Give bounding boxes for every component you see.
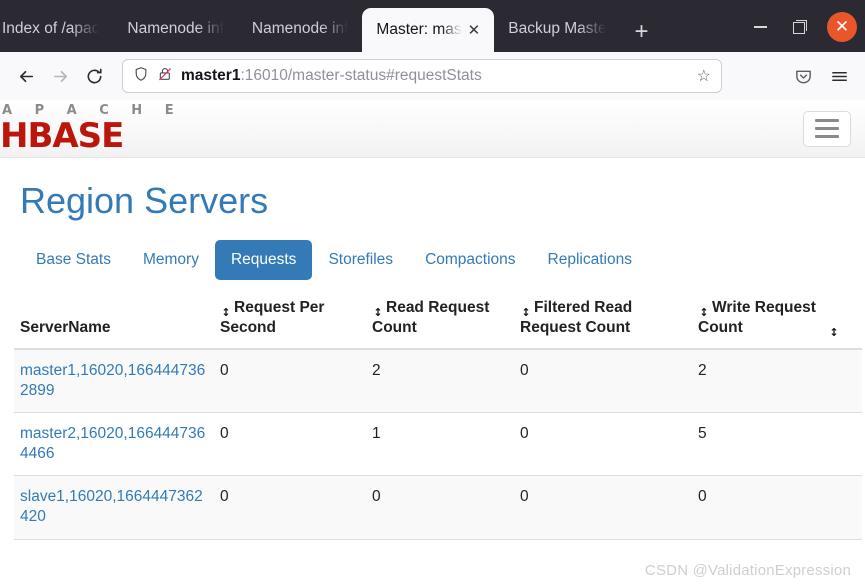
back-button[interactable] <box>10 60 42 92</box>
menu-bar-line <box>815 127 839 130</box>
tab-compactions[interactable]: Compactions <box>409 240 531 280</box>
cell-filtered-read-request-count: 0 <box>514 348 692 413</box>
server-link[interactable]: master1,16020,1664447362899 <box>20 362 205 399</box>
reload-button[interactable] <box>78 60 110 92</box>
browser-tab-strip: Index of /apac Namenode inf Namenode inf… <box>0 0 865 52</box>
sort-icon[interactable]: ↕ <box>698 307 710 318</box>
cell-request-per-second: 0 <box>214 348 366 413</box>
col-header-sort-extra[interactable]: ↕ <box>822 292 862 350</box>
cell-write-request-count: 0 <box>692 475 822 540</box>
sort-icon[interactable]: ↕ <box>520 307 532 318</box>
tab-requests[interactable]: Requests <box>214 240 313 280</box>
browser-tab-2[interactable]: Namenode inf <box>238 8 363 50</box>
col-label: Write Request Count <box>698 299 816 336</box>
cell-request-per-second: 0 <box>214 412 366 477</box>
table-row: master2,16020,1664447364466 0 1 0 5 <box>14 412 862 477</box>
tab-storefiles[interactable]: Storefiles <box>312 240 409 280</box>
apache-hbase-logo[interactable]: A P A C H E HBASE <box>0 104 183 153</box>
new-tab-button[interactable]: + <box>620 20 662 52</box>
pocket-icon[interactable] <box>787 60 819 92</box>
cell-read-request-count: 0 <box>366 475 514 540</box>
cell-filtered-read-request-count: 0 <box>514 412 692 477</box>
close-window-button[interactable]: ✕ <box>827 12 857 42</box>
col-header-filtered-read-request-count[interactable]: ↕ Filtered Read Request Count <box>514 292 692 350</box>
sort-icon[interactable]: ↕ <box>828 327 840 338</box>
lock-crossed-icon <box>157 66 173 87</box>
address-bar[interactable]: master1:16010/master-status#requestStats… <box>122 59 722 93</box>
browser-window: Index of /apac Namenode inf Namenode inf… <box>0 0 865 585</box>
browser-tab-label: Index of /apac <box>2 20 100 37</box>
cell-servername: master2,16020,1664447364466 <box>14 412 214 477</box>
menu-bar-line <box>815 135 839 138</box>
col-header-servername[interactable]: ServerName <box>14 292 214 350</box>
cell-filtered-read-request-count: 0 <box>514 475 692 540</box>
col-label: Request Per Second <box>220 299 325 336</box>
hamburger-menu-icon[interactable] <box>823 60 855 92</box>
page-container: Region Servers Base Stats Memory Request… <box>0 180 865 540</box>
page-viewport: A P A C H E HBASE Region Servers Base St… <box>0 100 865 585</box>
forward-button[interactable] <box>44 60 76 92</box>
sort-icon[interactable]: ↕ <box>220 307 232 318</box>
shield-icon <box>133 66 149 87</box>
cell-read-request-count: 2 <box>366 348 514 413</box>
col-header-write-request-count[interactable]: ↕ Write Request Count <box>692 292 822 350</box>
url-text: master1:16010/master-status#requestStats <box>181 67 689 85</box>
cell-spacer <box>822 412 862 477</box>
table-body: master1,16020,1664447362899 0 2 0 2 mast… <box>14 348 862 540</box>
bookmark-star-icon[interactable]: ☆ <box>697 66 711 86</box>
table-row: slave1,16020,1664447362420 0 0 0 0 <box>14 475 862 540</box>
window-controls: ✕ <box>741 12 865 52</box>
browser-toolbar: master1:16010/master-status#requestStats… <box>0 52 865 100</box>
server-link[interactable]: slave1,16020,1664447362420 <box>20 488 203 525</box>
browser-tab-label: Backup Maste <box>508 20 607 37</box>
hbase-navbar: A P A C H E HBASE <box>0 100 865 158</box>
minimize-button[interactable] <box>741 12 779 42</box>
cell-spacer <box>822 348 862 413</box>
cell-write-request-count: 5 <box>692 412 822 477</box>
cell-write-request-count: 2 <box>692 348 822 413</box>
col-label: ServerName <box>20 318 111 336</box>
browser-tab-label: Namenode inf <box>251 20 349 37</box>
tab-base-stats[interactable]: Base Stats <box>20 240 127 280</box>
browser-tab-label: Master: mas <box>376 21 462 38</box>
col-label: Read Request Count <box>372 299 490 336</box>
browser-tab-1[interactable]: Namenode inf <box>113 8 238 50</box>
server-link[interactable]: master2,16020,1664447364466 <box>20 425 205 462</box>
restore-button[interactable] <box>781 12 819 42</box>
page-title: Region Servers <box>20 180 269 221</box>
browser-tab-0[interactable]: Index of /apac <box>0 8 113 50</box>
logo-hbase-text: HBASE <box>0 116 124 156</box>
cell-read-request-count: 1 <box>366 412 514 477</box>
watermark: CSDN @ValidationExpression <box>644 562 851 579</box>
cell-request-per-second: 0 <box>214 475 366 540</box>
navbar-toggle-button[interactable] <box>803 110 851 147</box>
browser-tab-label: Namenode inf <box>127 20 224 37</box>
table-header-row: ServerName ↕ Request Per Second ↕ Read Req… <box>14 292 862 350</box>
cell-servername: slave1,16020,1664447362420 <box>14 475 214 540</box>
sort-icon[interactable]: ↕ <box>372 307 384 318</box>
tab-replications[interactable]: Replications <box>532 240 648 280</box>
col-label: Filtered Read Request Count <box>520 299 633 336</box>
col-header-request-per-second[interactable]: ↕ Request Per Second <box>214 292 366 350</box>
tab-memory[interactable]: Memory <box>127 240 215 280</box>
table-head: ServerName ↕ Request Per Second ↕ Read Req… <box>14 292 862 350</box>
url-host: master1 <box>181 67 241 84</box>
region-servers-tabs: Base Stats Memory Requests Storefiles Co… <box>20 240 851 280</box>
browser-tab-4[interactable]: Backup Maste <box>494 8 620 50</box>
menu-bar-line <box>815 119 839 122</box>
region-servers-table: ServerName ↕ Request Per Second ↕ Read Req… <box>14 292 862 540</box>
url-path: :16010/master-status#requestStats <box>240 67 482 84</box>
browser-tab-3-active[interactable]: Master: mas ✕ <box>362 8 495 52</box>
col-header-read-request-count[interactable]: ↕ Read Request Count <box>366 292 514 350</box>
toolbar-right-icons <box>787 60 855 92</box>
tab-close-icon[interactable]: ✕ <box>468 23 481 38</box>
cell-spacer <box>822 475 862 540</box>
table-row: master1,16020,1664447362899 0 2 0 2 <box>14 348 862 413</box>
cell-servername: master1,16020,1664447362899 <box>14 348 214 413</box>
